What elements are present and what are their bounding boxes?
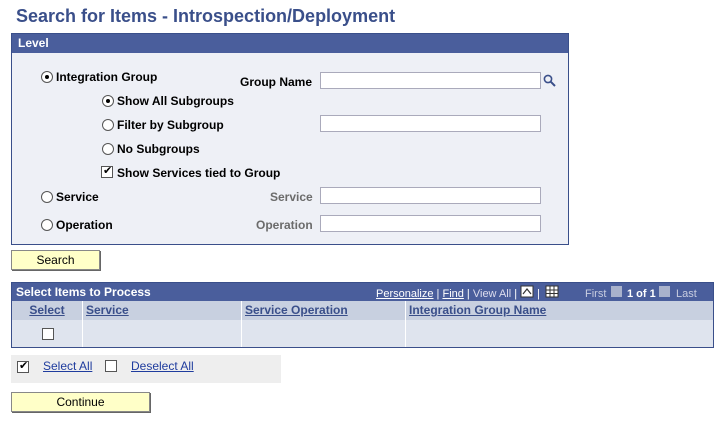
search-button[interactable]: Search: [11, 250, 100, 270]
row-select-cell: [12, 320, 83, 347]
col-integration-group-name[interactable]: Integration Group Name: [406, 301, 713, 320]
col-service-operation[interactable]: Service Operation: [242, 301, 406, 320]
lookup-search-icon[interactable]: [543, 74, 556, 87]
deselect-all-link[interactable]: Deselect All: [131, 359, 194, 373]
filter-by-subgroup-radio[interactable]: [102, 119, 114, 131]
checkmark-icon: ✔: [103, 165, 113, 177]
view-all-link[interactable]: View All: [473, 288, 511, 300]
previous-arrow-icon[interactable]: [611, 286, 622, 297]
service-radio[interactable]: [41, 191, 53, 203]
level-panel: Level Integration Group Group Name Show …: [11, 33, 569, 245]
no-subgroups-radio[interactable]: [102, 143, 114, 155]
operation-input[interactable]: [320, 215, 541, 232]
col-select[interactable]: Select: [12, 301, 83, 320]
show-all-subgroups-label: Show All Subgroups: [117, 94, 234, 108]
operation-radio[interactable]: [41, 219, 53, 231]
group-name-input[interactable]: [320, 72, 541, 89]
group-name-label: Group Name: [240, 75, 313, 89]
page-title: Search for Items - Introspection/Deploym…: [16, 6, 396, 26]
grid-title: Select Items to Process: [16, 285, 151, 299]
select-items-grid: Select Items to Process Personalize | Fi…: [11, 282, 714, 348]
select-all-link[interactable]: Select All: [43, 359, 92, 373]
subgroup-input[interactable]: [320, 115, 541, 132]
select-all-checkbox-icon[interactable]: ✔: [17, 360, 29, 373]
row-service-operation-cell: [242, 320, 406, 347]
last-label: Last: [676, 288, 697, 300]
show-services-tied-checkbox[interactable]: ✔: [101, 165, 113, 178]
filter-by-subgroup-label: Filter by Subgroup: [117, 118, 224, 132]
level-header: Level: [12, 34, 568, 53]
continue-button[interactable]: Continue: [11, 392, 150, 412]
service-field-label: Service: [270, 190, 313, 204]
service-radio-label: Service: [56, 190, 99, 204]
show-services-tied-label: Show Services tied to Group: [117, 166, 281, 180]
row-service-cell: [83, 320, 242, 347]
checkmark-icon: ✔: [19, 360, 29, 372]
operation-radio-label: Operation: [56, 218, 113, 232]
personalize-link[interactable]: Personalize: [376, 288, 433, 300]
find-link[interactable]: Find: [442, 288, 463, 300]
integration-group-radio[interactable]: [41, 71, 53, 83]
first-label: First: [585, 288, 607, 300]
show-all-subgroups-radio[interactable]: [102, 95, 114, 107]
grid-header: Select Items to Process Personalize | Fi…: [12, 283, 713, 301]
integration-group-label: Integration Group: [56, 70, 158, 84]
col-service[interactable]: Service: [83, 301, 242, 320]
next-arrow-icon[interactable]: [659, 286, 670, 297]
no-subgroups-label: No Subgroups: [117, 142, 200, 156]
row-integration-group-cell: [406, 320, 713, 347]
operation-field-label: Operation: [256, 218, 313, 232]
service-input[interactable]: [320, 187, 541, 204]
row-select-checkbox[interactable]: [42, 328, 54, 340]
grid-view-icon[interactable]: [545, 285, 559, 298]
select-actions-row: ✔ Select All Deselect All: [11, 355, 281, 383]
deselect-all-checkbox-icon[interactable]: [105, 360, 117, 372]
page-indicator: 1 of 1: [627, 288, 656, 300]
download-icon[interactable]: [520, 285, 534, 298]
